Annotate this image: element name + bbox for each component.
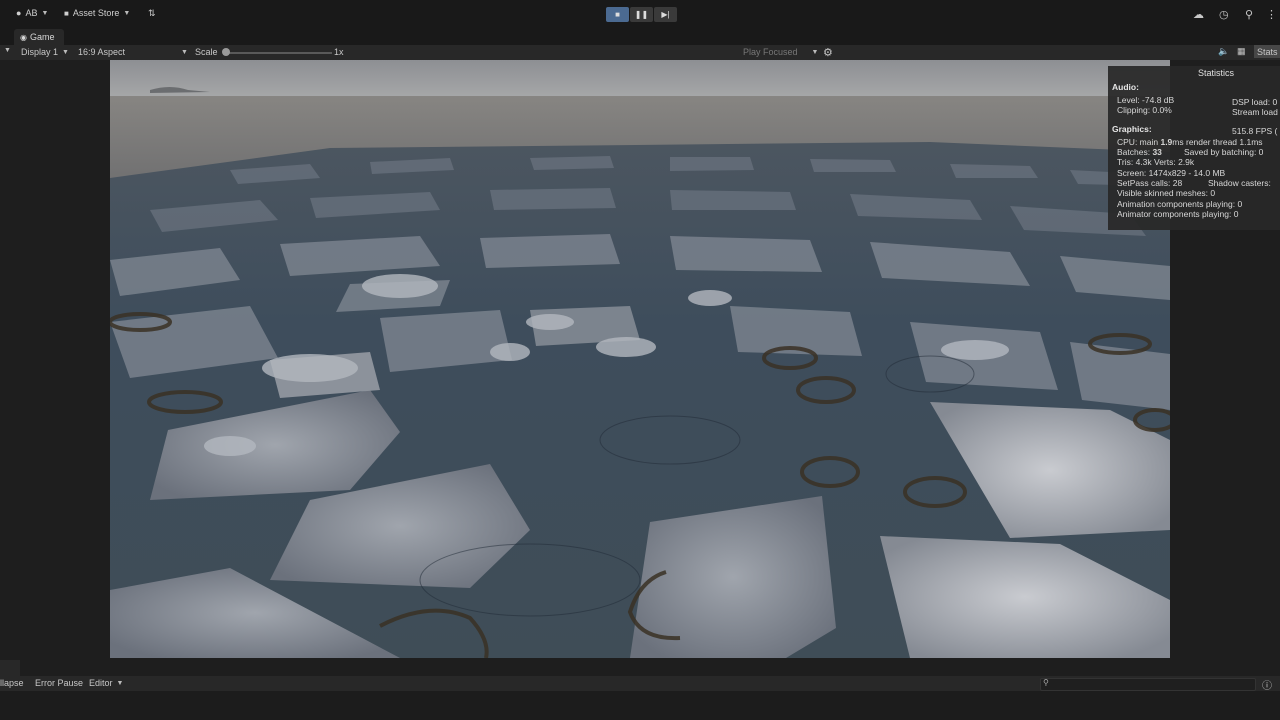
chevron-down-icon: ▼ (181, 48, 188, 56)
cpu-line: CPU: main 1.9ms render thread 1.1ms (1117, 137, 1263, 147)
setpass-calls: SetPass calls: 28 (1117, 178, 1183, 188)
display-dropdown[interactable]: Display 1 ▼ (21, 47, 69, 57)
info-filter-icon[interactable]: ⓘ (1262, 677, 1272, 692)
chevron-down-icon: ▼ (4, 47, 11, 54)
game-render[interactable] (110, 60, 1170, 658)
asset-store-label: Asset Store (72, 8, 120, 18)
error-pause-label: Error Pause (35, 678, 84, 688)
collapse-label: llapse (0, 678, 24, 688)
console-log-area (0, 691, 1280, 720)
main-toolbar: ● AB ▼ ■ Asset Store ▼ ⇅ ■ ❚❚ ▶| ☁ ◷ ⚲ ⋮ (0, 0, 1280, 30)
saved-by-batching: Saved by batching: 0 (1184, 147, 1264, 157)
more-icon[interactable]: ⋮ (1266, 8, 1277, 21)
account-icon: ● (16, 8, 22, 18)
gizmos-icon[interactable]: ▦ (1237, 46, 1246, 57)
branch-icon: ⇅ (148, 8, 156, 18)
playmode-controls: ■ ❚❚ ▶| (606, 7, 677, 22)
pause-icon: ❚❚ (634, 10, 649, 19)
rendered-scene-image (110, 60, 1170, 658)
stop-icon: ■ (615, 10, 620, 19)
chevron-down-icon: ▼ (116, 679, 124, 687)
play-focused-label: Play Focused (743, 47, 798, 57)
collapse-button[interactable]: llapse (0, 678, 24, 688)
bug-icon[interactable]: ⚙ (823, 46, 833, 59)
visible-skinned-meshes: Visible skinned meshes: 0 (1117, 188, 1216, 198)
console-tab-strip (0, 658, 1280, 676)
tab-game[interactable]: ◉ Game (14, 29, 64, 45)
screen-info: Screen: 1474x829 - 14.0 MB (1117, 168, 1226, 178)
animator-components: Animator components playing: 0 (1117, 209, 1239, 219)
pause-button[interactable]: ❚❚ (630, 7, 653, 22)
asset-store-dropdown[interactable]: ■ Asset Store ▼ (64, 8, 130, 18)
stream-load: Stream load (1232, 107, 1278, 117)
graphics-header: Graphics: (1112, 124, 1152, 134)
tab-strip (0, 29, 1280, 45)
chevron-down-icon: ▼ (123, 9, 131, 17)
step-button[interactable]: ▶| (654, 7, 677, 22)
editor-dropdown[interactable]: Editor ▼ (89, 678, 123, 688)
cpu-suffix: ms render thread 1.1ms (1172, 137, 1263, 147)
search-icon[interactable]: ⚲ (1245, 8, 1253, 21)
console-search-input[interactable]: ⚲ (1040, 678, 1256, 691)
audio-clipping: Clipping: 0.0% (1117, 105, 1172, 115)
version-control-button[interactable]: ⇅ (148, 8, 156, 19)
chevron-down-icon: ▼ (41, 9, 49, 17)
batches-prefix: Batches: (1117, 147, 1153, 157)
stats-button-label: Stats (1257, 46, 1278, 57)
aspect-label: 16:9 Aspect (78, 47, 126, 57)
shadow-casters: Shadow casters: (1208, 178, 1271, 188)
search-icon: ⚲ (1043, 678, 1049, 687)
batches-line: Batches: 33 (1117, 147, 1162, 157)
statistics-panel: Statistics Audio: Level: -74.8 dB Clippi… (1108, 66, 1280, 230)
statistics-title: Statistics (1197, 68, 1234, 78)
editor-label: Editor (89, 678, 113, 688)
fps-value: 515.8 FPS ( (1232, 126, 1278, 136)
cpu-main-value: 1.9 (1160, 137, 1173, 147)
error-pause-button[interactable]: Error Pause (35, 678, 83, 688)
scale-slider-handle[interactable] (222, 48, 230, 56)
gamepad-icon: ◉ (20, 32, 27, 42)
tris-verts: Tris: 4.3k Verts: 2.9k (1117, 157, 1195, 167)
game-view-toolbar: ▼ Display 1 ▼ 16:9 Aspect ▼ Scale 1x Pla… (0, 45, 1280, 60)
history-icon[interactable]: ◷ (1219, 8, 1229, 21)
step-icon: ▶| (661, 10, 670, 19)
aspect-dropdown[interactable]: 16:9 Aspect ▼ (78, 47, 188, 57)
animation-components: Animation components playing: 0 (1117, 199, 1243, 209)
audio-icon[interactable]: 🔈 (1218, 46, 1229, 57)
chevron-down-icon: ▼ (62, 48, 69, 56)
chevron-down-icon: ▼ (811, 48, 819, 56)
audio-header: Audio: (1112, 82, 1139, 92)
play-button[interactable]: ■ (606, 7, 629, 22)
tab-game-label: Game (29, 32, 55, 42)
account-label: AB (25, 8, 38, 18)
dsp-load: DSP load: 0 (1232, 97, 1278, 107)
scale-label: Scale (195, 47, 218, 57)
play-focused-dropdown[interactable]: Play Focused ▼ (743, 47, 818, 57)
cloud-icon[interactable]: ☁ (1193, 8, 1204, 21)
console-toolbar: llapse Error Pause Editor ▼ ⚲ ⓘ (0, 676, 1280, 692)
display-label: Display 1 (21, 47, 59, 57)
lock-icon: ■ (64, 8, 69, 18)
stats-button[interactable]: Stats (1254, 45, 1280, 58)
cpu-prefix: CPU: main (1117, 137, 1161, 147)
batches-value: 33 (1152, 147, 1162, 157)
account-dropdown[interactable]: ● AB ▼ (16, 8, 48, 18)
audio-level: Level: -74.8 dB (1117, 95, 1175, 105)
scale-value: 1x (334, 47, 344, 57)
scale-slider-track[interactable] (226, 52, 332, 54)
game-dropdown[interactable]: ▼ (4, 47, 11, 54)
tab-console[interactable] (0, 660, 20, 676)
